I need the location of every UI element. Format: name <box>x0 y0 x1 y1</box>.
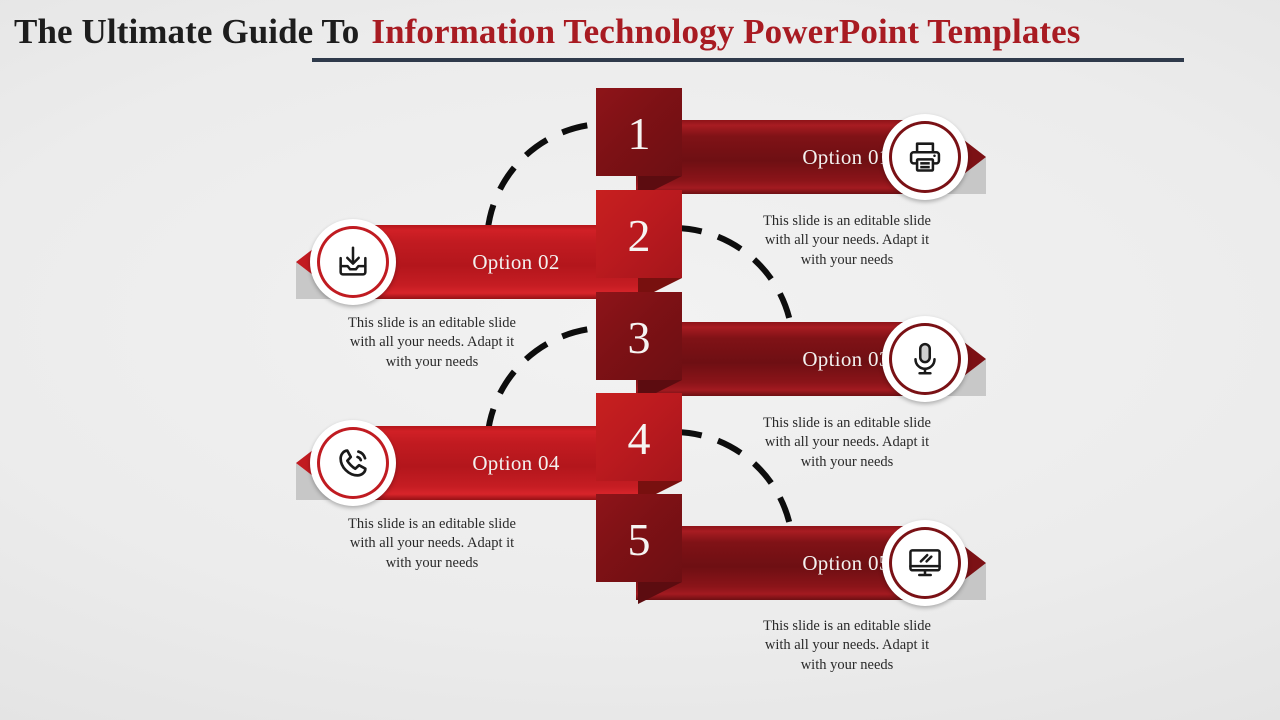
step-number-square: 5 <box>596 494 682 582</box>
step-number-value: 4 <box>627 413 651 464</box>
option-icon-2[interactable] <box>310 219 396 305</box>
step-number-1: 1 <box>596 88 682 198</box>
step-number-4: 4 <box>596 393 682 503</box>
step-number-value: 3 <box>627 312 651 363</box>
option-description-5: This slide is an editable slide with all… <box>763 618 931 673</box>
step-number-value: 5 <box>627 514 651 565</box>
option-banner-4[interactable]: Option 04 <box>296 420 646 506</box>
title-accent: Information Technology PowerPoint Templa… <box>371 12 1081 51</box>
slide-canvas: The Ultimate Guide To Information Technol… <box>0 0 1280 720</box>
printer-icon <box>892 124 958 190</box>
step-number-value: 2 <box>627 210 651 261</box>
desktop-monitor-icon <box>892 530 958 596</box>
option-icon-1[interactable] <box>882 114 968 200</box>
title-prefix: The Ultimate Guide To <box>14 12 360 51</box>
option-description-3: This slide is an editable slide with all… <box>763 415 931 470</box>
option-banner-2[interactable]: Option 02 <box>296 219 646 305</box>
phone-call-icon <box>320 430 386 496</box>
option-icon-3[interactable] <box>882 316 968 402</box>
step-number-square: 4 <box>596 393 682 481</box>
step-number-square: 2 <box>596 190 682 278</box>
option-label-4: Option 04 <box>472 451 560 475</box>
option-banner-3[interactable]: Option 03 <box>636 316 986 402</box>
option-banner-1[interactable]: Option 01 <box>636 114 986 200</box>
step-number-value: 1 <box>627 108 651 159</box>
step-number-2: 2 <box>596 190 682 300</box>
title-area: The Ultimate Guide To Information Technol… <box>0 0 1280 70</box>
title-underline <box>312 58 1184 62</box>
option-description-2: This slide is an editable slide with all… <box>348 315 516 370</box>
option-icon-5[interactable] <box>882 520 968 606</box>
step-number-square: 3 <box>596 292 682 380</box>
step-number-square: 1 <box>596 88 682 176</box>
page-title: The Ultimate Guide To Information Technol… <box>14 8 1264 56</box>
step-number-3: 3 <box>596 292 682 402</box>
option-label-2: Option 02 <box>472 250 560 274</box>
step-number-5: 5 <box>596 494 682 604</box>
option-banner-5[interactable]: Option 05 <box>636 520 986 606</box>
step-number-fold <box>638 582 682 604</box>
option-icon-4[interactable] <box>310 420 396 506</box>
option-description-4: This slide is an editable slide with all… <box>348 516 516 571</box>
microphone-icon <box>892 326 958 392</box>
download-inbox-icon <box>320 229 386 295</box>
option-description-1: This slide is an editable slide with all… <box>763 213 931 268</box>
